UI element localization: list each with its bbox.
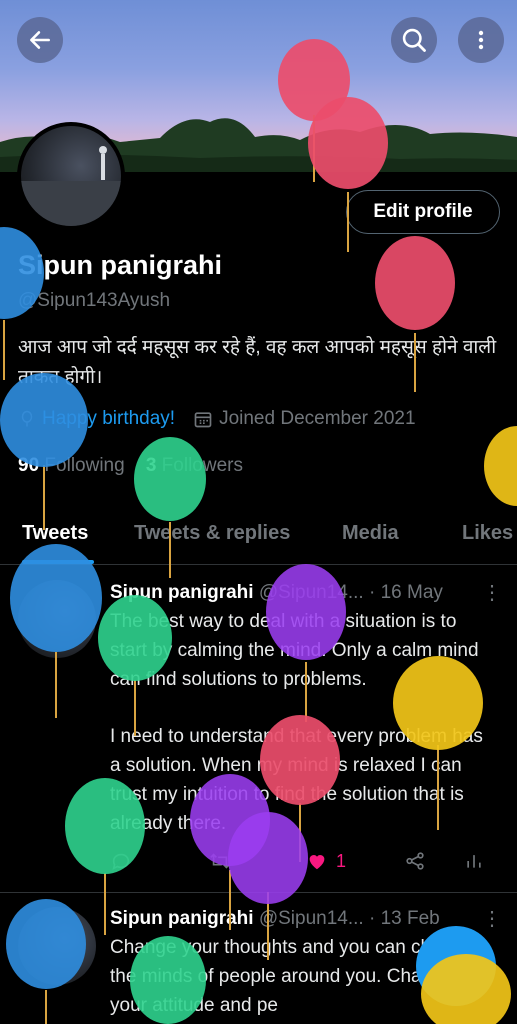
tweet-date: · 16 May: [368, 582, 443, 603]
tweet-text: The best way to deal with a situation is…: [110, 611, 479, 690]
tweet-header: Sipun panigrahi @Sipun14... · 16 May: [110, 582, 443, 604]
tweet-date: · 13 Feb: [368, 908, 440, 929]
tweet-actions: 1: [110, 850, 500, 880]
search-icon: [402, 28, 426, 52]
tweet-header: Sipun panigrahi @Sipun14... · 13 Feb: [110, 908, 440, 930]
tweet-author-name: Sipun panigrahi: [110, 908, 254, 929]
tab-tweets[interactable]: Tweets: [22, 522, 88, 545]
profile-bio: आज आप जो दर्द महसूस कर रहे हैं, वह कल आप…: [18, 337, 497, 388]
tab-tweets-replies[interactable]: Tweets & replies: [134, 522, 290, 545]
following-label[interactable]: Following: [44, 455, 124, 476]
balloon: [484, 426, 517, 506]
analytics-icon: [467, 855, 481, 868]
reply-icon: [112, 853, 130, 870]
active-tab-indicator: [22, 560, 94, 564]
tweet-more-icon[interactable]: ⋮: [482, 580, 502, 605]
heart-icon: [309, 855, 325, 870]
edit-profile-button[interactable]: Edit profile: [346, 190, 500, 234]
share-icon: [406, 852, 424, 870]
profile-handle: @Sipun143Ayush: [18, 290, 171, 311]
reply-button[interactable]: [110, 850, 132, 872]
profile-meta: Happy birthday! Joined December 2021: [18, 408, 416, 430]
avatar-photo: [21, 146, 121, 226]
profile-name: Sipun panigrahi: [18, 250, 223, 280]
profile-tabs: Tweets Tweets & replies Media Likes: [0, 512, 517, 565]
tab-likes[interactable]: Likes: [462, 522, 513, 545]
tweet-divider: [0, 892, 517, 893]
following-count[interactable]: 90: [18, 455, 39, 476]
tweet-author-handle: @Sipun14...: [258, 582, 364, 603]
tweet-author-handle: @Sipun14...: [258, 908, 364, 929]
tweet-avatar[interactable]: [18, 907, 96, 985]
back-button[interactable]: [17, 17, 63, 63]
analytics-button[interactable]: [464, 850, 484, 872]
tweet-avatar[interactable]: [18, 580, 96, 658]
compose-tweet-button[interactable]: [416, 926, 496, 1006]
balloon: [0, 373, 88, 530]
tweet-more-icon[interactable]: ⋮: [482, 906, 502, 931]
profile-avatar[interactable]: [17, 122, 125, 230]
followers-count[interactable]: 3: [146, 455, 157, 476]
share-button[interactable]: [404, 850, 426, 872]
calendar-icon: [194, 412, 212, 428]
retweet-icon: [210, 853, 230, 869]
joined-date: Joined December 2021: [219, 408, 416, 429]
like-count: 1: [336, 850, 347, 871]
tweet-author-name: Sipun panigrahi: [110, 582, 254, 603]
retweet-button[interactable]: [208, 850, 232, 872]
tab-media[interactable]: Media: [342, 522, 399, 545]
arrow-left-icon: [30, 31, 50, 49]
more-vertical-icon: [478, 30, 484, 50]
more-button[interactable]: [458, 17, 504, 63]
follow-counts: 90 Following 3 Followers: [18, 455, 243, 477]
birthday-label: Happy birthday!: [42, 408, 176, 429]
like-button[interactable]: 1: [306, 850, 346, 872]
search-button[interactable]: [391, 17, 437, 63]
tweet-text-paragraph-2: I need to understand that every problem …: [110, 726, 483, 834]
balloon-icon: [21, 410, 33, 427]
followers-label[interactable]: Followers: [162, 455, 243, 476]
